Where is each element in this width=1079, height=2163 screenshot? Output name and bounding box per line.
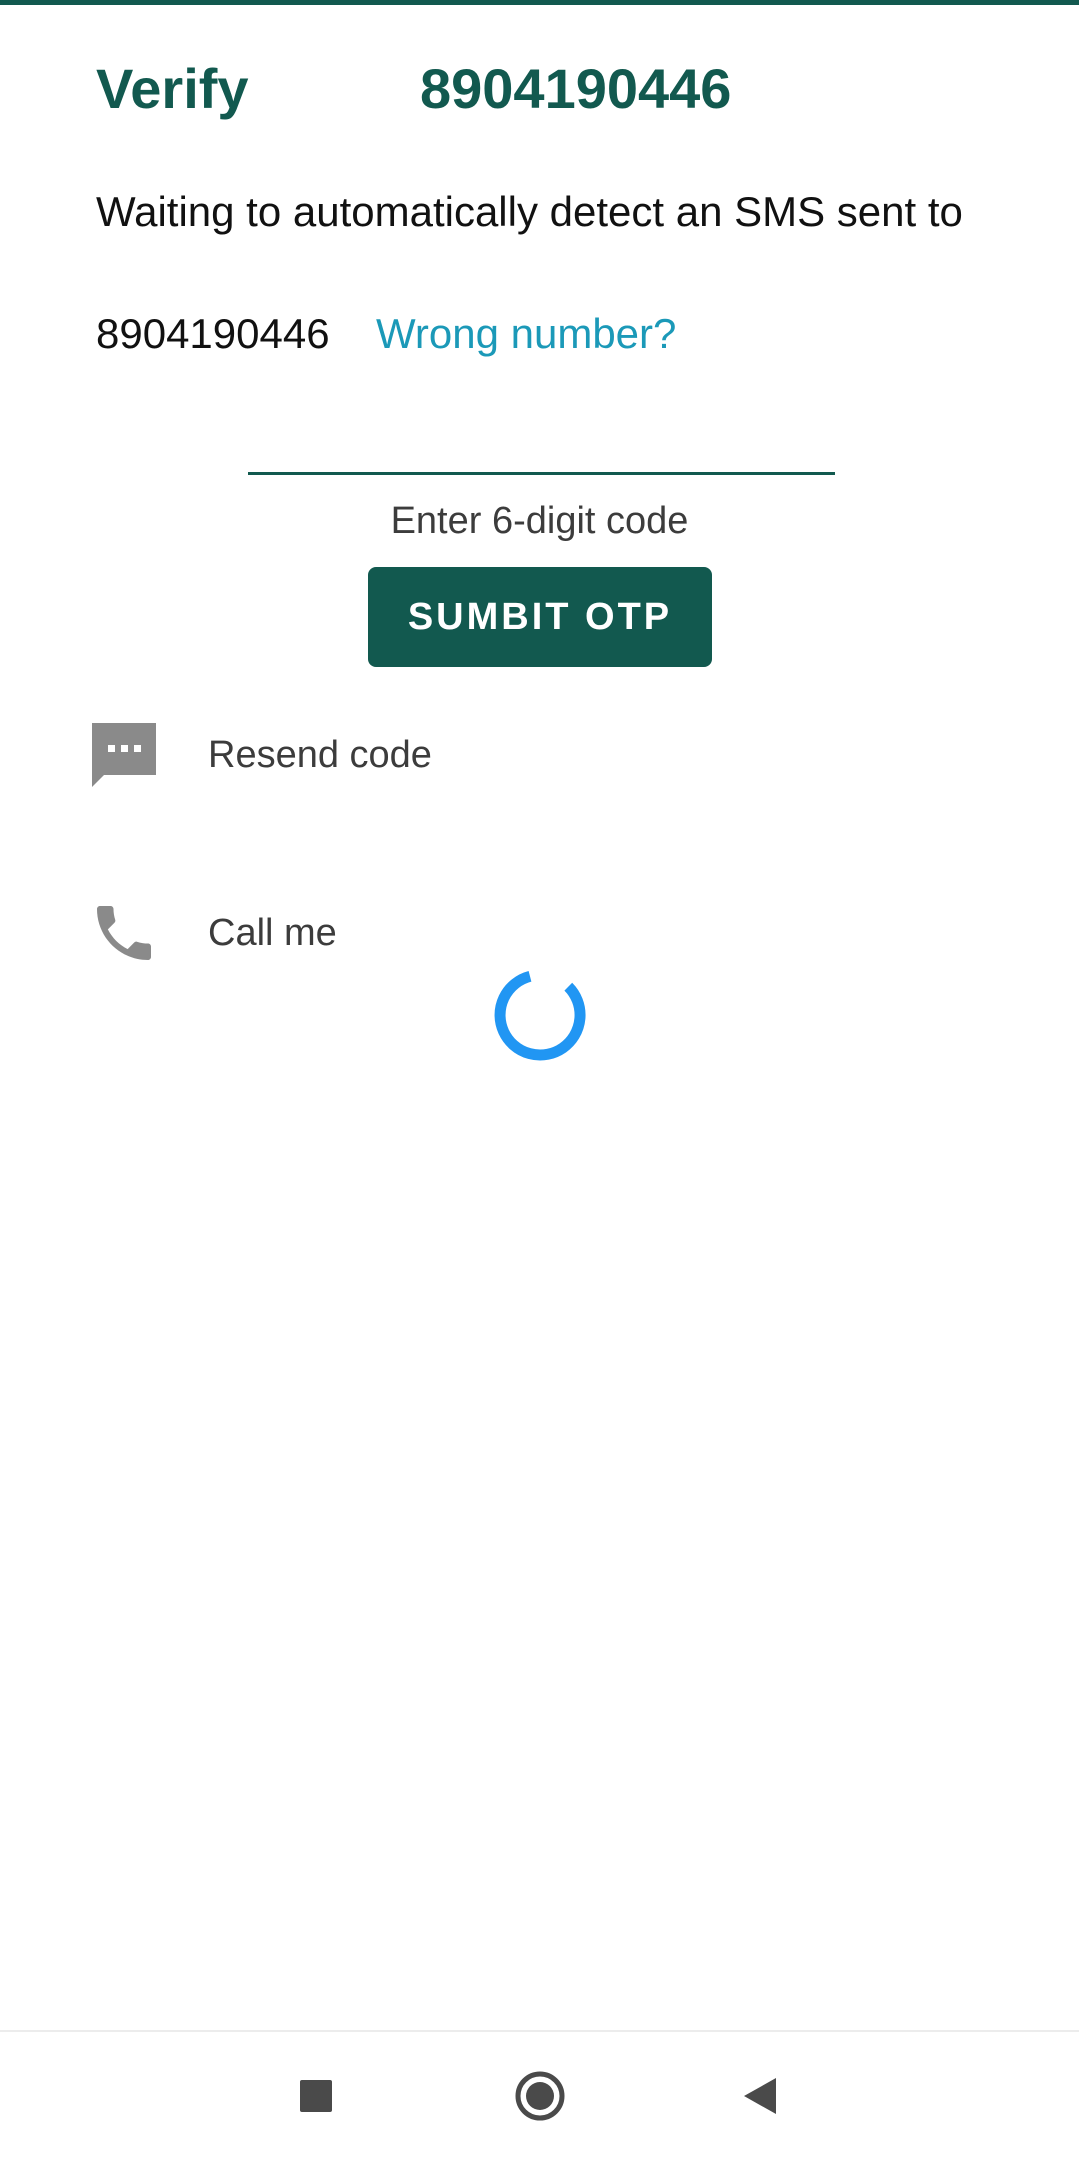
system-nav-bar xyxy=(0,2030,1079,2163)
call-me-option[interactable]: Call me xyxy=(88,893,337,973)
home-icon[interactable] xyxy=(508,2064,572,2128)
resend-code-label: Resend code xyxy=(208,733,432,776)
otp-input[interactable] xyxy=(248,400,835,475)
page-title: Verify xyxy=(96,57,249,120)
header-phone-number: 8904190446 xyxy=(420,57,732,120)
submit-otp-button[interactable]: SUMBIT OTP xyxy=(368,567,712,667)
top-accent-bar xyxy=(0,0,1079,5)
message-icon xyxy=(88,719,160,791)
loading-spinner xyxy=(480,955,600,1075)
recent-apps-icon[interactable] xyxy=(284,2064,348,2128)
otp-hint: Enter 6-digit code xyxy=(390,500,689,542)
call-me-label: Call me xyxy=(208,911,337,954)
resend-code-option[interactable]: Resend code xyxy=(88,715,432,795)
wrong-number-link[interactable]: Wrong number? xyxy=(376,310,676,358)
phone-icon xyxy=(88,897,160,969)
message-phone-number: 8904190446 xyxy=(96,310,330,357)
back-icon[interactable] xyxy=(728,2064,792,2128)
waiting-message: Waiting to automatically detect an SMS s… xyxy=(96,188,963,235)
